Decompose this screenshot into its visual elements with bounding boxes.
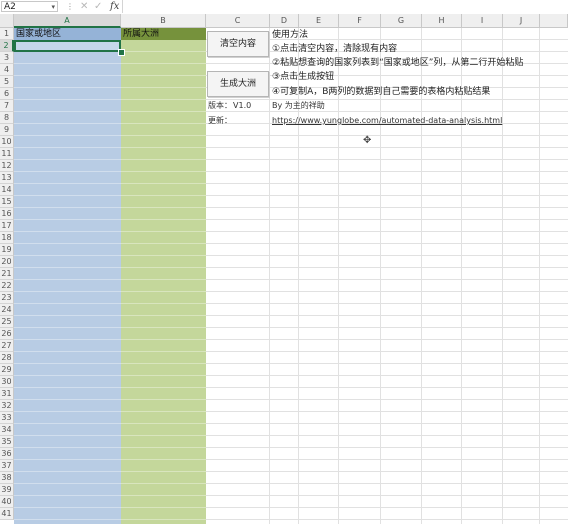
check-icon[interactable]: ✓ [94,0,102,13]
row-header-30[interactable]: 30 [0,376,14,388]
version-label: 版本： [208,101,232,110]
column-header-d[interactable]: D [270,14,299,28]
instruction-step-4: ④可复制A，B两列的数据到自己需要的表格内粘贴结果 [272,87,491,97]
row-header-36[interactable]: 36 [0,448,14,460]
row-header-13[interactable]: 13 [0,172,14,184]
row-header-34[interactable]: 34 [0,424,14,436]
column-headers: ABCDEFGHIJ [14,14,568,28]
chevron-down-icon[interactable]: ▾ [51,2,55,13]
row-header-9[interactable]: 9 [0,124,14,136]
row-header-24[interactable]: 24 [0,304,14,316]
gridline [269,28,270,524]
row-header-5[interactable]: 5 [0,76,14,88]
row-header-6[interactable]: 6 [0,88,14,100]
row-header-1[interactable]: 1 [0,28,14,40]
more-icon[interactable]: ⋮ [66,2,74,11]
column-header-c[interactable]: C [206,14,270,28]
column-header-e[interactable]: E [299,14,339,28]
formula-input[interactable] [122,0,568,13]
version-value: V1.0 [233,101,252,110]
row-header-32[interactable]: 32 [0,400,14,412]
row-header-3[interactable]: 3 [0,52,14,64]
column-header-g[interactable]: G [381,14,422,28]
column-header-b[interactable]: B [121,14,206,28]
row-header-2[interactable]: 2 [0,40,14,52]
row-header-23[interactable]: 23 [0,292,14,304]
name-box-value: A2 [4,2,16,12]
row-header-15[interactable]: 15 [0,196,14,208]
row-header-25[interactable]: 25 [0,316,14,328]
insert-function-button[interactable]: fx [110,0,119,13]
row-header-12[interactable]: 12 [0,160,14,172]
move-cursor-icon: ✥ [363,135,372,146]
column-header-next[interactable] [540,14,568,28]
instructions-title: 使用方法 [272,30,309,40]
name-box[interactable]: A2 ▾ [1,1,58,12]
cell-a1-country-header[interactable]: 国家或地区 [14,28,121,40]
row-header-33[interactable]: 33 [0,412,14,424]
gridline [461,28,462,524]
cell-b1-continent-header[interactable]: 所属大洲 [121,28,206,40]
row-header-40[interactable]: 40 [0,496,14,508]
gridline [421,28,422,524]
gridline [539,28,540,524]
row-header-21[interactable]: 21 [0,268,14,280]
row-header-31[interactable]: 31 [0,388,14,400]
row-header-7[interactable]: 7 [0,100,14,112]
row-header-20[interactable]: 20 [0,256,14,268]
row-header-8[interactable]: 8 [0,112,14,124]
row-header-11[interactable]: 11 [0,148,14,160]
row-header-10[interactable]: 10 [0,136,14,148]
row-header-17[interactable]: 17 [0,220,14,232]
column-a-fill[interactable] [14,40,121,524]
gridline [338,28,339,524]
instruction-step-1: ①点击清空内容，清除现有内容 [272,44,398,54]
generate-continent-button[interactable]: 生成大洲 [207,71,269,97]
column-b-fill[interactable] [121,40,206,524]
row-header-18[interactable]: 18 [0,232,14,244]
row-header-38[interactable]: 38 [0,472,14,484]
instruction-step-2: ②粘贴想查询的国家列表到“国家或地区”列，从第二行开始粘贴 [272,58,524,68]
close-icon[interactable]: ✕ [80,0,88,13]
row-header-35[interactable]: 35 [0,436,14,448]
column-header-h[interactable]: H [422,14,462,28]
column-header-j[interactable]: J [503,14,540,28]
row-header-16[interactable]: 16 [0,208,14,220]
row-header-19[interactable]: 19 [0,244,14,256]
update-link[interactable]: https://www.yunglobe.com/automated-data-… [272,115,502,127]
row-header-4[interactable]: 4 [0,64,14,76]
row-header-39[interactable]: 39 [0,484,14,496]
formula-bar: A2 ▾ ⋮ ✕ ✓ fx [0,0,568,15]
gridline [380,28,381,524]
row-header-29[interactable]: 29 [0,364,14,376]
row-header-28[interactable]: 28 [0,352,14,364]
active-cell-a2[interactable] [14,40,121,52]
gridline [502,28,503,524]
instruction-step-3: ③点击生成按钮 [272,72,335,82]
row-header-22[interactable]: 22 [0,280,14,292]
row-header-14[interactable]: 14 [0,184,14,196]
row-header-37[interactable]: 37 [0,460,14,472]
clear-content-button[interactable]: 清空内容 [207,31,269,57]
author-text: By 为主的祥助 [272,101,325,110]
column-header-a[interactable]: A [14,14,121,28]
update-label: 更新： [208,116,232,125]
select-all-corner[interactable] [0,14,14,28]
row-header-26[interactable]: 26 [0,328,14,340]
fill-handle[interactable] [118,49,125,56]
column-header-i[interactable]: I [462,14,503,28]
column-header-f[interactable]: F [339,14,381,28]
row-header-27[interactable]: 27 [0,340,14,352]
row-header-41[interactable]: 41 [0,508,14,520]
